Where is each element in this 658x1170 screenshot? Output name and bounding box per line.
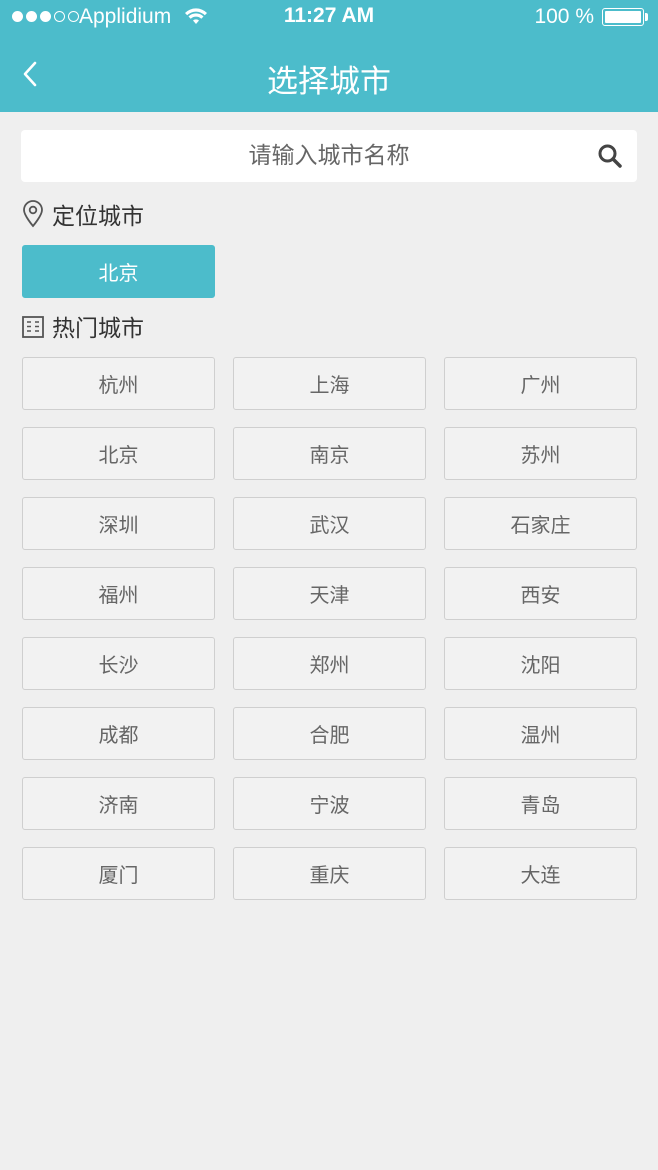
hot-city-button[interactable]: 天津 xyxy=(233,567,426,620)
hot-city-button[interactable]: 福州 xyxy=(22,567,215,620)
hot-city-button[interactable]: 温州 xyxy=(444,707,637,760)
hot-city-button[interactable]: 合肥 xyxy=(233,707,426,760)
hot-city-button[interactable]: 北京 xyxy=(22,427,215,480)
search-box xyxy=(21,130,637,182)
status-bar: Applidium 11:27 AM 100 % xyxy=(0,0,658,36)
hot-city-button[interactable]: 石家庄 xyxy=(444,497,637,550)
hot-city-button[interactable]: 济南 xyxy=(22,777,215,830)
hot-city-button[interactable]: 重庆 xyxy=(233,847,426,900)
hot-city-button[interactable]: 苏州 xyxy=(444,427,637,480)
location-section-title: 定位城市 xyxy=(21,197,144,231)
hot-city-button[interactable]: 广州 xyxy=(444,357,637,410)
hot-city-label: 广州 xyxy=(520,373,561,397)
hot-city-button[interactable]: 武汉 xyxy=(233,497,426,550)
hot-city-button[interactable]: 成都 xyxy=(22,707,215,760)
hot-city-button[interactable]: 南京 xyxy=(233,427,426,480)
hot-city-label: 青岛 xyxy=(520,793,561,817)
hot-city-label: 西安 xyxy=(520,583,561,607)
location-section-label: 定位城市 xyxy=(52,204,144,230)
hot-city-label: 沈阳 xyxy=(520,653,561,677)
hot-city-label: 深圳 xyxy=(98,513,139,537)
hot-city-label: 福州 xyxy=(98,583,139,607)
hot-city-button[interactable]: 长沙 xyxy=(22,637,215,690)
nav-bar: 选择城市 xyxy=(0,36,658,112)
location-pin-icon xyxy=(21,200,45,228)
hot-city-button[interactable]: 大连 xyxy=(444,847,637,900)
hot-city-label: 南京 xyxy=(309,443,350,467)
hot-city-label: 厦门 xyxy=(98,863,139,887)
hot-city-button[interactable]: 深圳 xyxy=(22,497,215,550)
hot-city-label: 济南 xyxy=(98,793,139,817)
hot-city-button[interactable]: 杭州 xyxy=(22,357,215,410)
hot-city-button[interactable]: 郑州 xyxy=(233,637,426,690)
hot-city-button[interactable]: 西安 xyxy=(444,567,637,620)
hot-city-label: 重庆 xyxy=(309,863,350,887)
hot-city-label: 武汉 xyxy=(309,513,350,537)
hot-city-label: 温州 xyxy=(520,723,561,747)
hot-city-label: 合肥 xyxy=(309,723,350,747)
current-city-button[interactable]: 北京 xyxy=(22,245,215,298)
hot-city-label: 石家庄 xyxy=(510,513,571,537)
hot-city-label: 宁波 xyxy=(309,793,350,817)
battery-icon xyxy=(602,8,644,26)
hot-city-label: 北京 xyxy=(98,443,139,467)
hot-section-label: 热门城市 xyxy=(52,316,144,342)
battery-percentage: 100 % xyxy=(534,5,594,28)
search-icon[interactable] xyxy=(597,143,623,169)
page-title: 选择城市 xyxy=(267,64,391,100)
hot-city-label: 杭州 xyxy=(98,373,139,397)
battery-tip xyxy=(645,13,648,21)
hot-city-button[interactable]: 上海 xyxy=(233,357,426,410)
hot-city-button[interactable]: 厦门 xyxy=(22,847,215,900)
hot-city-button[interactable]: 沈阳 xyxy=(444,637,637,690)
hot-section-title: 热门城市 xyxy=(21,309,144,343)
hot-city-label: 长沙 xyxy=(98,653,139,677)
hot-city-label: 天津 xyxy=(309,583,350,607)
hot-city-label: 大连 xyxy=(520,863,561,887)
hot-city-label: 苏州 xyxy=(520,443,561,467)
hot-city-label: 上海 xyxy=(309,373,350,397)
current-city-label: 北京 xyxy=(98,261,139,285)
header: Applidium 11:27 AM 100 % 选择城市 xyxy=(0,0,658,112)
hot-city-label: 郑州 xyxy=(309,653,350,677)
hot-city-button[interactable]: 青岛 xyxy=(444,777,637,830)
building-icon xyxy=(21,312,45,340)
hot-city-label: 成都 xyxy=(98,723,139,747)
hot-city-button[interactable]: 宁波 xyxy=(233,777,426,830)
search-input[interactable] xyxy=(21,130,637,182)
